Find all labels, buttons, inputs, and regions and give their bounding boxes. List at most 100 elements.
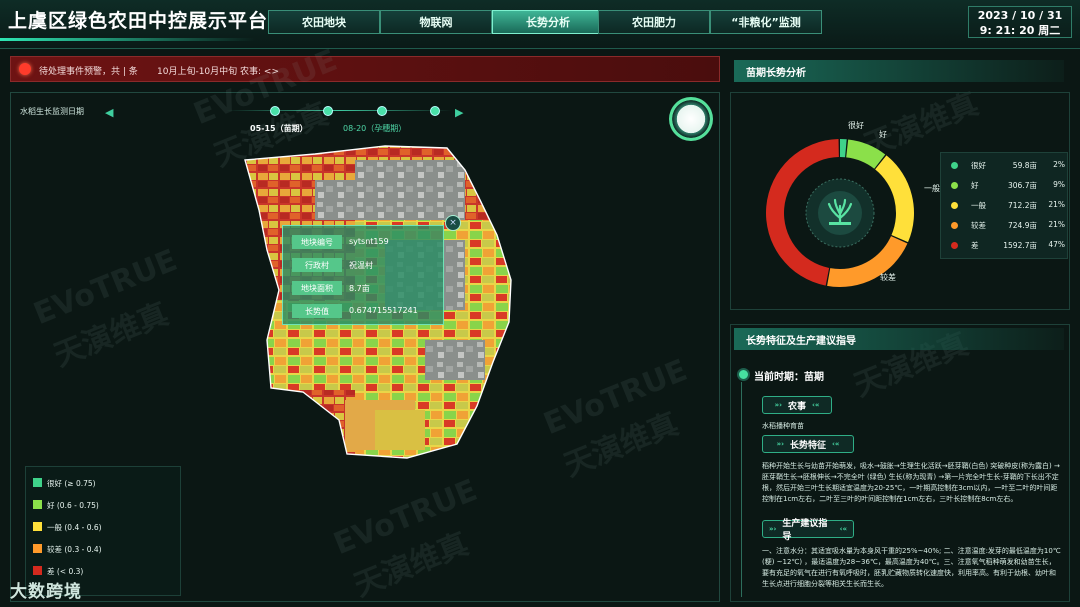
tab-growth-analysis[interactable]: 长势分析 [492,10,604,34]
event-alert-bar[interactable]: 待处理事件预警，共 | 条 10月上旬-10月中旬 农事: <> [10,56,720,82]
growth-analysis-title: 苗期长势分析 [734,60,1064,82]
stats-row[interactable]: 好 306.7亩 9% [947,179,1065,193]
timeline-prev-icon[interactable]: ◀ [105,106,113,119]
stats-row[interactable]: 差 1592.7亩 47% [947,239,1065,253]
stats-color-dot [951,162,958,169]
farm-work-header: »› 农事 ‹« [762,396,832,414]
chevron-left-icon: ‹« [812,401,820,409]
popup-row: 长势值 0.674715517241 [289,301,439,319]
stats-area: 59.8亩 [1012,161,1037,170]
legend-item: 较差 (0.3 - 0.4) [33,543,173,555]
chevron-right-icon: »› [769,525,777,533]
production-advice-text: 一、注意水分：其适宜吸水量为本身风干重的25%~40%; 二、注意温度:发芽的最… [762,547,1061,588]
stats-area: 712.2亩 [1008,201,1037,210]
growth-stats-table: 很好 59.8亩 2% 好 306.7亩 9% 一般 712.2亩 21% 较差 724.9亩 21%… [940,152,1068,259]
phase-timeline-line [741,382,742,597]
stats-area: 306.7亩 [1008,181,1037,190]
timeline-node[interactable] [430,106,440,116]
legend-swatch [33,500,42,509]
donut-label: 较差 [880,273,896,282]
timeline-node[interactable] [377,106,387,116]
popup-value: sytsnt159 [349,237,389,246]
title-underline [0,38,255,41]
popup-label: 地块编号 [292,235,342,249]
popup-label: 行政村 [292,258,342,272]
stats-row[interactable]: 较差 724.9亩 21% [947,219,1065,233]
popup-row: 行政村 祝温村 [289,255,439,273]
stats-level: 好 [971,181,979,190]
popup-label: 地块面积 [292,281,342,295]
production-advice-header: »› 生产建议指导 ‹« [762,519,854,542]
farm-work-text: 水稻播种育苗 [762,422,804,430]
stats-level: 很好 [971,161,986,170]
donut-label: 很好 [848,121,864,130]
popup-value: 祝温村 [349,261,373,270]
alert-icon [19,63,31,75]
stats-level: 差 [971,241,979,250]
stats-percent: 47% [1048,240,1065,249]
alert-text: 待处理事件预警，共 | 条 [39,67,138,77]
phase-marker-icon [737,368,750,381]
datetime-display: 2023 / 10 / 31 9: 21: 20 周二 [968,6,1072,38]
stats-area: 1592.7亩 [1003,241,1037,250]
chevron-right-icon: »› [774,401,782,409]
stats-color-dot [951,222,958,229]
current-date: 2023 / 10 / 31 [977,9,1063,22]
donut-label: 好 [879,130,887,139]
stats-level: 较差 [971,221,986,230]
stats-percent: 9% [1053,180,1065,189]
stats-percent: 2% [1053,160,1065,169]
popup-row: 地块编号 sytsnt159 [289,232,439,250]
monitoring-date-label: 水稻生长监测日期 [20,107,84,116]
growth-feature-label: 长势特征 [789,440,826,451]
tab-iot[interactable]: 物联网 [380,10,492,34]
growth-donut-chart[interactable] [755,128,925,298]
legend-item: 差 (< 0.3) [33,565,173,577]
app-title: 上虞区绿色农田中控展示平台 [8,10,269,32]
stats-percent: 21% [1048,200,1065,209]
stats-color-dot [951,202,958,209]
timeline-date-next[interactable]: 08-20（孕穗期） [343,123,406,134]
current-time: 9: 21: 20 周二 [979,24,1061,37]
legend-label: 一般 (0.4 - 0.6) [47,523,102,532]
tab-non-grain-monitoring[interactable]: “非粮化”监测 [710,10,822,34]
stats-level: 一般 [971,201,986,210]
legend-label: 差 (< 0.3) [47,567,84,576]
chevron-right-icon: »› [776,440,784,448]
legend-swatch [33,544,42,553]
tab-farmland-plots[interactable]: 农田地块 [268,10,380,34]
legend-item: 好 (0.6 - 0.75) [33,499,173,511]
donut-slice[interactable] [875,155,914,243]
legend-item: 很好 (≥ 0.75) [33,477,173,489]
legend-item: 一般 (0.4 - 0.6) [33,521,173,533]
chevron-left-icon: ‹« [832,440,840,448]
stats-color-dot [951,242,958,249]
advice-title: 长势特征及生产建议指导 [734,328,1064,350]
legend-label: 较差 (0.3 - 0.4) [47,545,102,554]
stats-row[interactable]: 一般 712.2亩 21% [947,199,1065,213]
popup-close-icon[interactable]: × [445,215,461,231]
growth-feature-text: 稻种开始生长与幼苗开始萌发，吸水→鼓胀→生理生化活跃→胚芽鞘(白色) 突破种皮(… [762,462,1060,503]
stats-area: 724.9亩 [1008,221,1037,230]
timeline-track [226,110,452,111]
chevron-left-icon: ‹« [839,525,847,533]
donut-label: 一般 [924,184,940,193]
current-phase: 当前时期：苗期 [754,372,824,383]
stats-color-dot [951,182,958,189]
stats-row[interactable]: 很好 59.8亩 2% [947,159,1065,173]
legend-swatch [33,566,42,575]
compass-icon [669,97,713,141]
popup-value: 0.674715517241 [349,306,418,315]
stats-percent: 21% [1048,220,1065,229]
timeline-next-icon[interactable]: ▶ [455,106,463,119]
legend-label: 好 (0.6 - 0.75) [47,501,99,510]
popup-value: 8.7亩 [349,284,370,293]
legend-label: 很好 (≥ 0.75) [47,479,96,488]
popup-label: 长势值 [292,304,342,318]
tab-soil-fertility[interactable]: 农田肥力 [598,10,710,34]
production-advice-label: 生产建议指导 [782,519,828,542]
plot-info-popup: 地块编号 sytsnt159 行政村 祝温村 地块面积 8.7亩 长势值 0.6… [282,225,444,325]
donut-slice[interactable] [840,139,847,158]
brand-logo: 大数跨境 [10,582,82,602]
popup-row: 地块面积 8.7亩 [289,278,439,296]
